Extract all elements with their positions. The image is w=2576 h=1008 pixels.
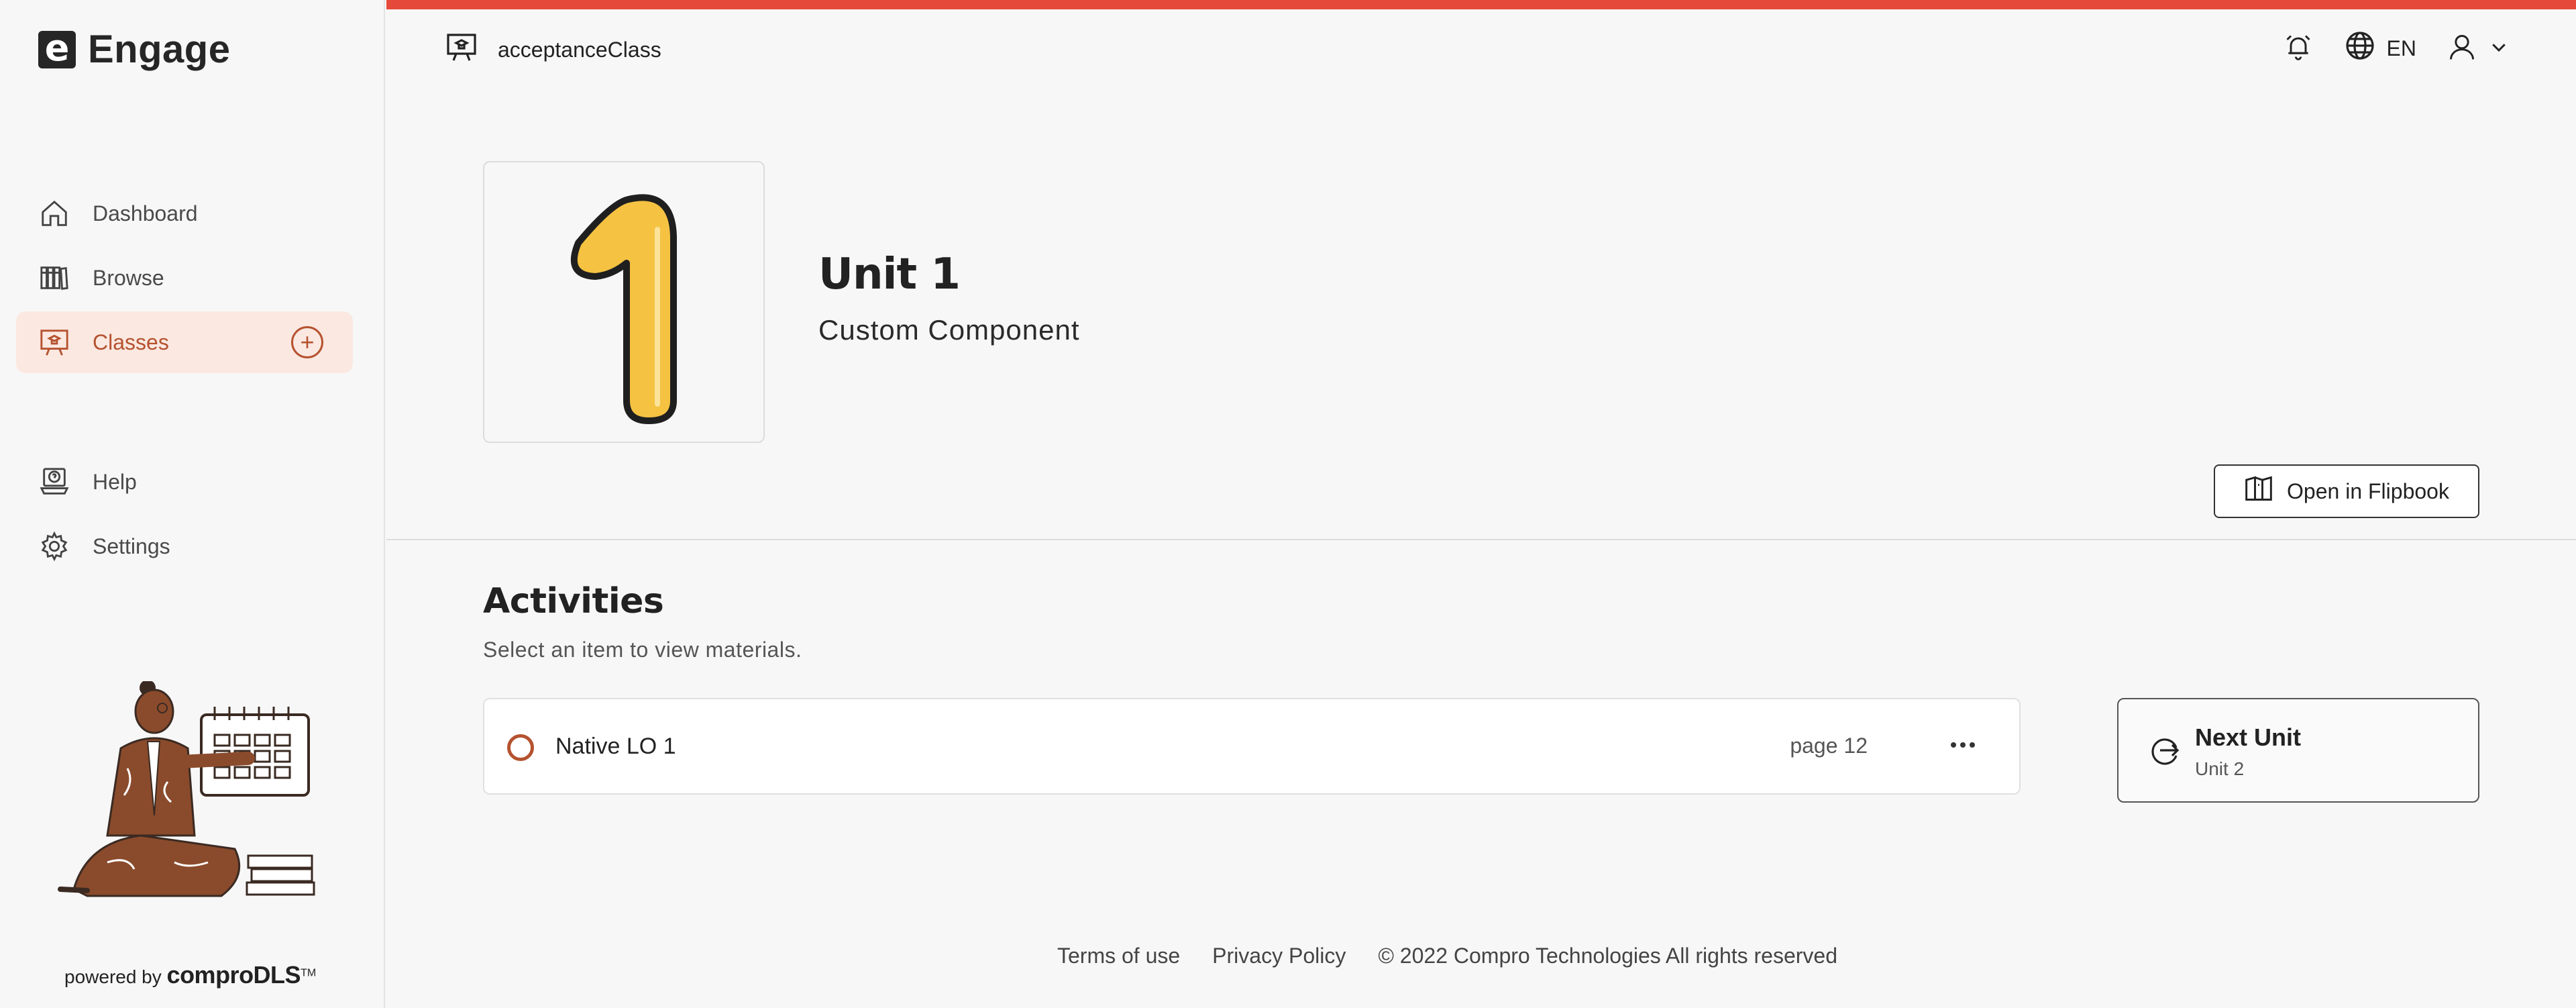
classroom-icon — [445, 31, 478, 68]
book-open-icon — [2244, 474, 2273, 509]
engage-logo-icon: e — [38, 30, 76, 68]
unit-title: Unit 1 — [818, 250, 961, 299]
app-name: Engage — [88, 28, 231, 71]
class-name: acceptanceClass — [498, 37, 661, 62]
gear-icon — [38, 530, 71, 563]
activity-name: Native LO 1 — [555, 734, 676, 759]
top-bar: acceptanceClass EN — [386, 9, 2576, 87]
sidebar-item-classes[interactable]: Classes + — [16, 311, 353, 373]
language-selector[interactable]: EN — [2344, 30, 2416, 67]
secondary-nav: Help Settings — [16, 451, 353, 580]
footer: Terms of use Privacy Policy © 2022 Compr… — [1057, 944, 1837, 968]
books-icon — [38, 261, 71, 295]
sidebar-item-settings[interactable]: Settings — [16, 515, 353, 577]
class-breadcrumb[interactable]: acceptanceClass — [445, 31, 661, 68]
help-icon — [38, 465, 71, 499]
open-in-flipbook-button[interactable]: Open in Flipbook — [2214, 464, 2479, 518]
top-bar-actions: EN — [2284, 30, 2509, 67]
top-accent-stripe — [386, 0, 2576, 9]
terms-of-use-link[interactable]: Terms of use — [1057, 944, 1180, 968]
section-divider — [386, 539, 2576, 540]
unit-number-graphic — [570, 194, 677, 424]
sidebar: e Engage Dashboard Browse Classes + Help… — [0, 0, 385, 1008]
sidebar-item-dashboard[interactable]: Dashboard — [16, 183, 353, 244]
next-unit-label: Next Unit — [2195, 723, 2302, 751]
user-icon — [2447, 32, 2477, 65]
globe-icon — [2344, 30, 2376, 67]
activities-subtitle: Select an item to view materials. — [483, 638, 802, 662]
activity-row[interactable]: Native LO 1 page 12 — [483, 698, 2021, 795]
next-unit-name: Unit 2 — [2195, 758, 2245, 779]
powered-by-text: powered by — [64, 966, 162, 987]
teacher-illustration — [47, 680, 322, 916]
classroom-icon — [38, 325, 71, 359]
more-options-icon[interactable] — [1945, 737, 1980, 753]
sidebar-item-label: Classes — [93, 330, 169, 354]
brand-logo[interactable]: e Engage — [38, 27, 231, 72]
powered-by: powered by comproDLSTM — [64, 961, 316, 989]
sidebar-item-label: Help — [93, 469, 137, 494]
next-arrow-circle-icon — [2149, 736, 2182, 771]
unit-subtitle: Custom Component — [818, 314, 1080, 346]
sidebar-item-help[interactable]: Help — [16, 451, 353, 513]
next-unit-button[interactable]: Next Unit Unit 2 — [2117, 698, 2479, 803]
user-menu[interactable] — [2447, 32, 2509, 65]
chevron-down-icon — [2489, 37, 2509, 60]
unit-thumbnail — [483, 161, 765, 443]
add-class-button[interactable]: + — [291, 326, 323, 358]
comprodls-logo: comproDLS — [166, 961, 301, 989]
copyright-text: © 2022 Compro Technologies All rights re… — [1378, 944, 1838, 968]
status-circle-icon — [507, 734, 534, 761]
sidebar-item-label: Browse — [93, 265, 164, 290]
privacy-policy-link[interactable]: Privacy Policy — [1212, 944, 1346, 968]
activities-heading: Activities — [483, 581, 664, 621]
open-in-flipbook-label: Open in Flipbook — [2287, 478, 2449, 503]
primary-nav: Dashboard Browse Classes + — [16, 183, 353, 376]
sidebar-item-label: Settings — [93, 534, 170, 558]
activity-page: page 12 — [1790, 734, 1868, 758]
sidebar-item-browse[interactable]: Browse — [16, 247, 353, 309]
home-icon — [38, 197, 71, 230]
trademark-mark: TM — [301, 967, 317, 979]
sidebar-item-label: Dashboard — [93, 201, 198, 225]
notifications-bell-icon[interactable] — [2284, 32, 2313, 65]
language-code: EN — [2386, 36, 2416, 60]
